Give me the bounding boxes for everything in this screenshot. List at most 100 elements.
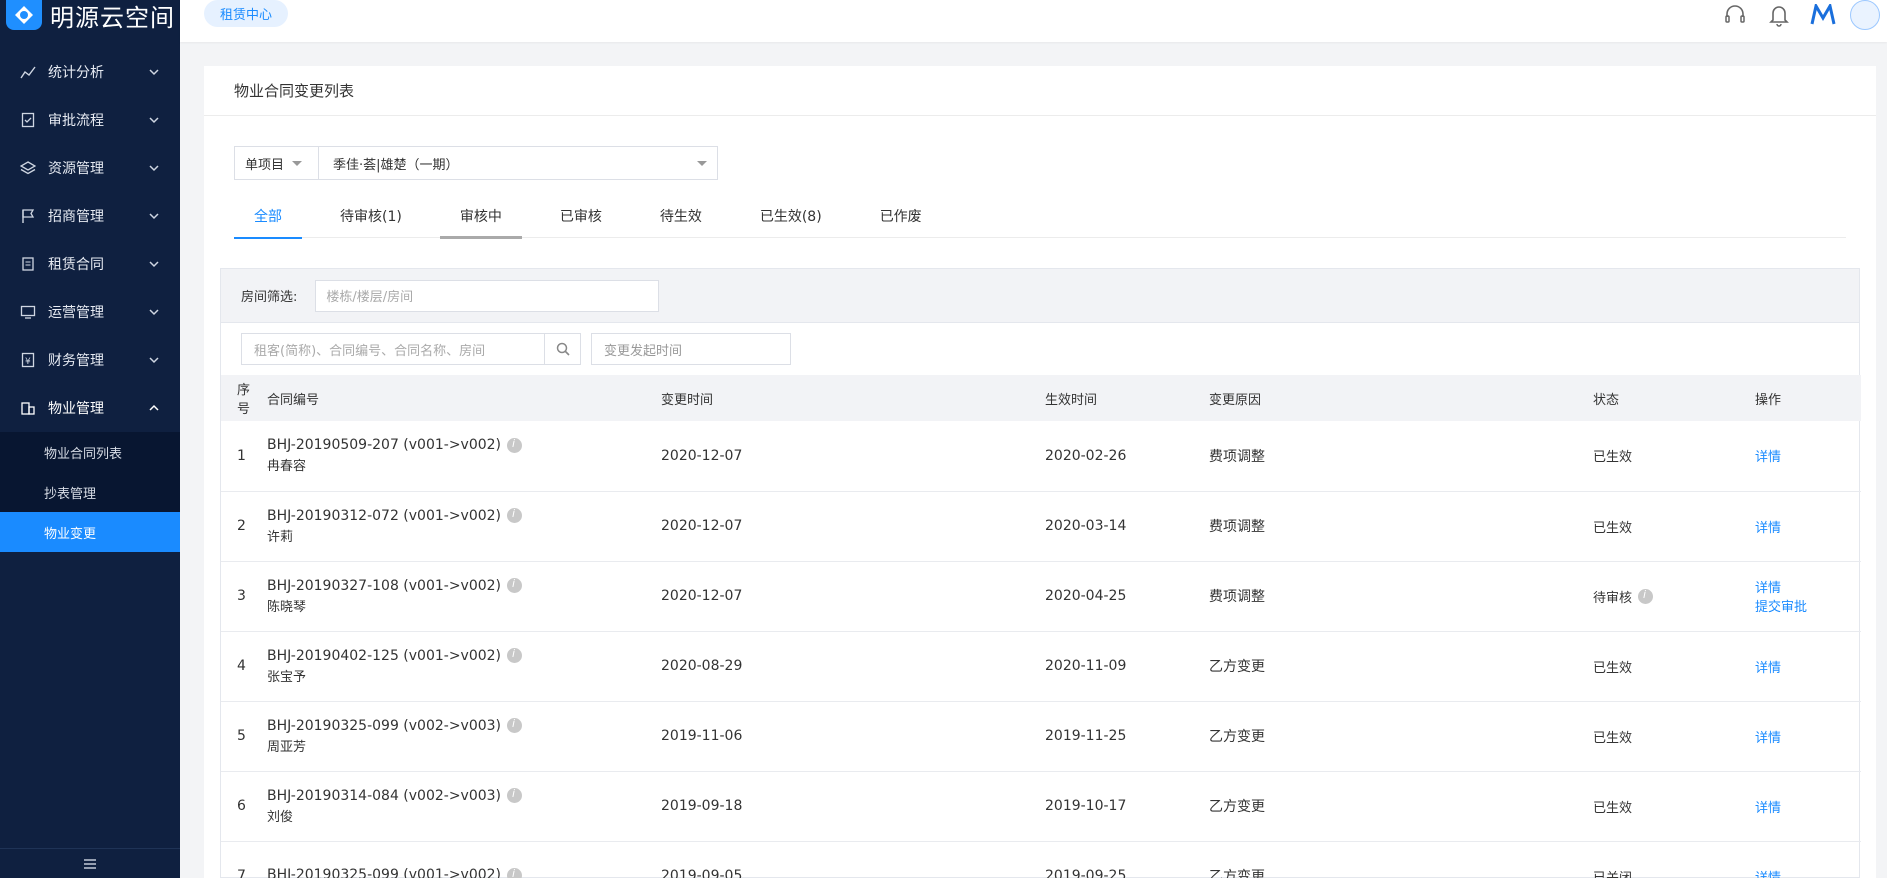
contract-code: BHJ-20190312-072 (v001->v002) xyxy=(267,507,502,524)
detail-link[interactable]: 详情 xyxy=(1755,446,1861,465)
cell-effective-time: 2020-03-14 xyxy=(1045,518,1127,534)
chevron-down-icon xyxy=(149,261,159,268)
status-text: 待审核 xyxy=(1593,590,1633,606)
collapse-sidebar-button[interactable] xyxy=(0,848,180,878)
cell-change-time: 2020-12-07 xyxy=(661,518,743,534)
info-icon[interactable] xyxy=(507,647,523,663)
sidebar-item-label: 审批流程 xyxy=(48,113,104,129)
topbar-actions xyxy=(1711,0,1887,30)
tab-reviewed[interactable]: 已审核 xyxy=(540,194,622,238)
table-header: 序号 合同编号 变更时间 生效时间 变更原因 状态 操作 xyxy=(221,375,1861,421)
chevron-down-icon xyxy=(149,165,159,172)
tab-in-review[interactable]: 审核中 xyxy=(439,194,522,239)
tab-effective[interactable]: 已生效(8) xyxy=(740,194,842,238)
table-row: 3 BHJ-20190327-108 (v001->v002) 陈晓琴 2020… xyxy=(221,561,1861,631)
chevron-down-icon xyxy=(149,117,159,124)
cell-effective-time: 2020-11-09 xyxy=(1045,658,1127,674)
topbar: 租赁中心 xyxy=(180,0,1887,42)
caret-down-icon xyxy=(697,160,707,166)
submenu-item-property-change[interactable]: 物业变更 xyxy=(0,512,180,552)
project-value: 季佳·荟|雄楚（一期） xyxy=(333,157,459,173)
search-input[interactable]: 租客(简称)、合同编号、合同名称、房间 xyxy=(242,334,544,364)
detail-link[interactable]: 详情 xyxy=(1755,797,1861,816)
submit-approval-link[interactable]: 提交审批 xyxy=(1755,596,1861,615)
sidebar-menu: 统计分析 审批流程 资源管理 招商管理 租赁合同 运营管理 ¥ 财务管理 物业管… xyxy=(0,48,180,552)
submenu-item-meter-reading[interactable]: 抄表管理 xyxy=(0,472,180,512)
tenant-name: 陈晓琴 xyxy=(267,599,307,615)
info-icon[interactable] xyxy=(1638,588,1654,604)
project-select[interactable]: 季佳·荟|雄楚（一期） xyxy=(319,147,717,179)
avatar xyxy=(1850,0,1880,30)
detail-link[interactable]: 详情 xyxy=(1755,657,1861,676)
cell-effective-time: 2020-04-25 xyxy=(1045,588,1127,604)
room-filter-row: 房间筛选: 楼栋/楼层/房间 xyxy=(221,269,1859,323)
cell-change-time: 2020-08-29 xyxy=(661,658,743,674)
project-mode-select[interactable]: 单项目 xyxy=(235,147,319,179)
status-text: 已生效 xyxy=(1593,730,1633,746)
app-switch-button[interactable] xyxy=(1803,4,1843,26)
submenu-item-property-contracts[interactable]: 物业合同列表 xyxy=(0,432,180,472)
cell-contract: BHJ-20190509-207 (v001->v002) 冉春容 xyxy=(261,421,645,491)
cell-reason: 费项调整 xyxy=(1209,448,1265,465)
cell-index: 1 xyxy=(237,447,246,464)
sidebar-item-label: 租赁合同 xyxy=(48,257,104,273)
cell-contract: BHJ-20190327-108 (v001->v002) 陈晓琴 xyxy=(261,561,645,631)
cell-contract: BHJ-20190402-125 (v001->v002) 张宝予 xyxy=(261,631,645,701)
info-icon[interactable] xyxy=(507,867,523,878)
user-menu[interactable] xyxy=(1847,0,1887,30)
info-icon[interactable] xyxy=(507,717,523,733)
detail-link[interactable]: 详情 xyxy=(1755,517,1861,536)
sidebar-item-label: 资源管理 xyxy=(48,161,104,177)
cell-change-time: 2020-12-07 xyxy=(661,447,743,464)
cell-contract: BHJ-20190314-084 (v002->v003) 刘俊 xyxy=(261,771,645,841)
table-row: 6 BHJ-20190314-084 (v002->v003) 刘俊 2019-… xyxy=(221,771,1861,841)
tenant-name: 张宝予 xyxy=(267,669,307,685)
chevron-down-icon xyxy=(149,213,159,220)
info-icon[interactable] xyxy=(507,577,523,593)
cell-change-time: 2020-12-07 xyxy=(661,588,743,604)
detail-link[interactable]: 详情 xyxy=(1755,577,1861,596)
change-date-picker[interactable]: 变更发起时间 xyxy=(591,333,791,365)
sidebar-item-property[interactable]: 物业管理 xyxy=(0,384,180,432)
info-icon[interactable] xyxy=(507,507,523,523)
detail-link[interactable]: 详情 xyxy=(1755,867,1861,878)
tab-all[interactable]: 全部 xyxy=(234,194,302,239)
table-row: 2 BHJ-20190312-072 (v001->v002) 许莉 2020-… xyxy=(221,491,1861,561)
tab-pending-effective[interactable]: 待生效 xyxy=(640,194,722,238)
change-table: 序号 合同编号 变更时间 生效时间 变更原因 状态 操作 1 BHJ-20190… xyxy=(221,375,1861,878)
sidebar-item-leasing[interactable]: 招商管理 xyxy=(0,192,180,240)
sidebar-item-label: 物业管理 xyxy=(48,401,104,417)
status-text: 已关闭 xyxy=(1593,870,1633,878)
cell-status: 已关闭 xyxy=(1577,841,1739,878)
sidebar-item-finance[interactable]: ¥ 财务管理 xyxy=(0,336,180,384)
tab-voided[interactable]: 已作废 xyxy=(860,194,942,238)
sidebar-item-resources[interactable]: 资源管理 xyxy=(0,144,180,192)
detail-link[interactable]: 详情 xyxy=(1755,727,1861,746)
sidebar-item-contracts[interactable]: 租赁合同 xyxy=(0,240,180,288)
cell-index: 6 xyxy=(237,798,246,814)
cell-reason: 乙方变更 xyxy=(1209,659,1265,675)
cell-effective-time: 2019-09-25 xyxy=(1045,868,1127,878)
lease-center-tag[interactable]: 租赁中心 xyxy=(204,0,289,27)
cell-reason: 乙方变更 xyxy=(1209,799,1265,815)
cell-contract: BHJ-20190312-072 (v001->v002) 许莉 xyxy=(261,491,645,561)
notifications-button[interactable] xyxy=(1759,3,1799,27)
cell-status: 已生效 xyxy=(1577,701,1739,771)
sidebar-item-stats[interactable]: 统计分析 xyxy=(0,48,180,96)
tenant-name: 许莉 xyxy=(267,529,294,545)
brand-name: 明源云空间 xyxy=(50,3,175,32)
contract-code: BHJ-20190509-207 (v001->v002) xyxy=(267,437,502,454)
info-icon[interactable] xyxy=(507,437,523,453)
sidebar-item-operations[interactable]: 运营管理 xyxy=(0,288,180,336)
room-filter-input[interactable]: 楼栋/楼层/房间 xyxy=(315,279,660,312)
search-button[interactable] xyxy=(544,334,580,364)
support-button[interactable] xyxy=(1715,4,1755,26)
sidebar-item-approval[interactable]: 审批流程 xyxy=(0,96,180,144)
search-row: 租客(简称)、合同编号、合同名称、房间 变更发起时间 xyxy=(221,323,1859,375)
chevron-up-icon xyxy=(149,404,159,411)
cell-index: 3 xyxy=(237,588,246,604)
info-icon[interactable] xyxy=(507,787,523,803)
sidebar-item-label: 运营管理 xyxy=(48,305,104,321)
tab-pending-review[interactable]: 待审核(1) xyxy=(320,194,422,238)
col-effective-time: 生效时间 xyxy=(1045,392,1098,408)
